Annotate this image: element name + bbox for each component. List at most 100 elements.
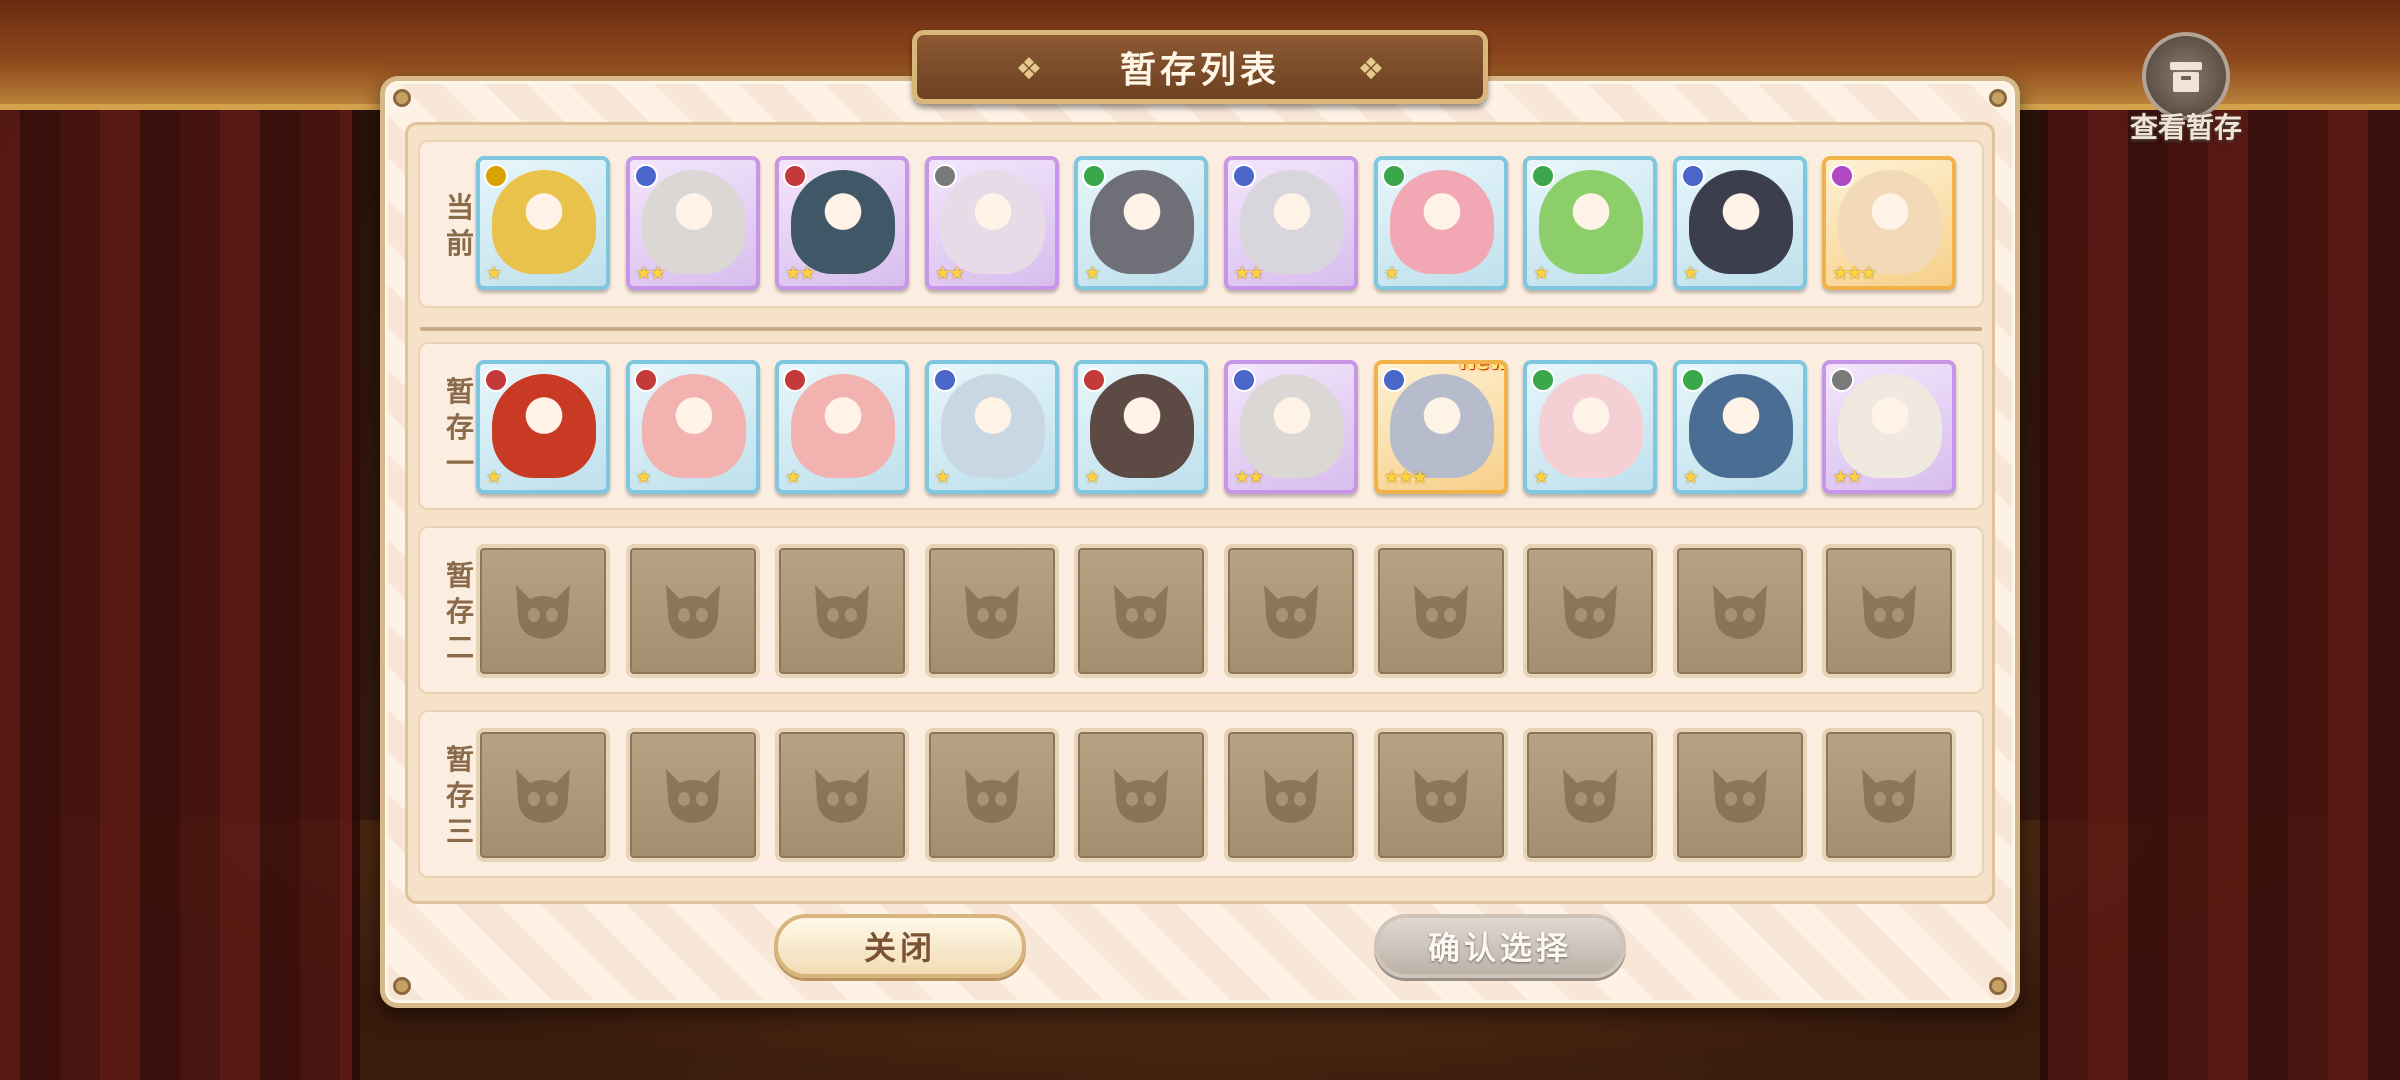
view-stash-button[interactable]: 查看暂存 bbox=[2118, 30, 2254, 150]
empty-slot[interactable] bbox=[1672, 728, 1807, 862]
element-icon bbox=[1680, 164, 1705, 188]
star-rating: ★ bbox=[934, 467, 951, 488]
character-portrait bbox=[1389, 374, 1494, 478]
row-label-char: 存 bbox=[445, 779, 474, 812]
character-portrait bbox=[1090, 170, 1195, 274]
character-card[interactable]: ★ bbox=[476, 360, 610, 494]
character-card[interactable]: ★ bbox=[1373, 156, 1508, 290]
element-icon bbox=[1830, 164, 1855, 188]
title-banner: ❖ 暂存列表 ❖ bbox=[912, 30, 1488, 104]
empty-slot[interactable] bbox=[775, 544, 910, 678]
row-label-char: 三 bbox=[445, 815, 474, 848]
view-stash-label: 查看暂存 bbox=[2129, 111, 2242, 144]
star-rating: ★★ bbox=[785, 263, 815, 284]
character-card[interactable]: ★★★ bbox=[1822, 156, 1957, 290]
empty-slot[interactable] bbox=[476, 544, 610, 678]
empty-slot[interactable] bbox=[1822, 728, 1957, 862]
star-rating: ★★ bbox=[934, 263, 965, 284]
character-card[interactable]: ★ bbox=[775, 360, 910, 494]
row-label-char: 暂 bbox=[445, 559, 474, 592]
empty-slot[interactable] bbox=[1523, 544, 1658, 678]
ornament-icon: ❖ bbox=[1357, 52, 1385, 87]
placeholder-cat-icon bbox=[1712, 769, 1767, 823]
empty-slot[interactable] bbox=[1224, 728, 1358, 862]
empty-slot[interactable] bbox=[1224, 544, 1358, 678]
row-label: 暂存一 bbox=[440, 344, 480, 512]
element-icon bbox=[484, 164, 508, 188]
star-rating: ★ bbox=[1084, 467, 1100, 488]
character-portrait bbox=[1539, 374, 1644, 478]
element-icon bbox=[1082, 164, 1107, 188]
character-card[interactable]: ★★★ New bbox=[1373, 360, 1508, 494]
star-rating: ★ bbox=[1682, 263, 1699, 284]
empty-slot[interactable] bbox=[1672, 544, 1807, 678]
empty-slot[interactable] bbox=[1523, 728, 1658, 862]
panel-corner bbox=[1989, 89, 2007, 107]
character-portrait bbox=[492, 170, 596, 274]
character-card[interactable]: ★ bbox=[1074, 360, 1209, 494]
empty-slot[interactable] bbox=[775, 728, 910, 862]
character-portrait bbox=[791, 374, 896, 478]
placeholder-cat-icon bbox=[516, 585, 570, 639]
element-icon bbox=[932, 164, 957, 188]
empty-slot[interactable] bbox=[1373, 544, 1508, 678]
row-label: 当前 bbox=[440, 142, 480, 310]
placeholder-cat-icon bbox=[1563, 769, 1618, 823]
row-label-char: 二 bbox=[445, 631, 474, 664]
placeholder-cat-icon bbox=[964, 769, 1019, 823]
placeholder-cat-icon bbox=[815, 769, 870, 823]
empty-slot[interactable] bbox=[924, 544, 1059, 678]
element-icon bbox=[783, 368, 808, 392]
star-rating: ★★ bbox=[1234, 467, 1264, 488]
placeholder-cat-icon bbox=[665, 769, 720, 823]
row-label: 暂存二 bbox=[440, 528, 480, 696]
character-card[interactable]: ★★ bbox=[924, 156, 1059, 290]
star-rating: ★★★ bbox=[1832, 263, 1876, 284]
empty-slot[interactable] bbox=[1822, 544, 1957, 678]
character-card[interactable]: ★ bbox=[1672, 360, 1807, 494]
character-portrait bbox=[940, 170, 1045, 274]
character-card[interactable]: ★ bbox=[1672, 156, 1807, 290]
character-portrait bbox=[1240, 170, 1344, 274]
character-card[interactable]: ★★ bbox=[625, 156, 760, 290]
character-portrait bbox=[641, 374, 746, 478]
close-button[interactable]: 关闭 bbox=[774, 914, 1026, 978]
placeholder-cat-icon bbox=[1264, 769, 1318, 823]
empty-slot[interactable] bbox=[1074, 544, 1209, 678]
element-icon bbox=[633, 368, 658, 392]
empty-slot[interactable] bbox=[924, 728, 1059, 862]
empty-slot[interactable] bbox=[625, 544, 760, 678]
star-rating: ★ bbox=[1383, 263, 1400, 284]
element-icon bbox=[1381, 368, 1406, 392]
star-rating: ★★ bbox=[1234, 263, 1264, 284]
character-card[interactable]: ★ bbox=[1523, 156, 1658, 290]
character-portrait bbox=[940, 374, 1045, 478]
empty-slot[interactable] bbox=[1074, 728, 1209, 862]
character-card[interactable]: ★ bbox=[924, 360, 1059, 494]
character-card[interactable]: ★ bbox=[476, 156, 610, 290]
star-rating: ★ bbox=[1533, 467, 1549, 488]
character-card[interactable]: ★★ bbox=[775, 156, 910, 290]
row-label: 暂存三 bbox=[440, 712, 480, 880]
character-card[interactable]: ★ bbox=[625, 360, 760, 494]
character-card[interactable]: ★★ bbox=[1822, 360, 1957, 494]
character-card[interactable]: ★ bbox=[1074, 156, 1209, 290]
element-icon bbox=[1232, 164, 1256, 188]
confirm-selection-button[interactable]: 确认选择 bbox=[1374, 914, 1626, 978]
star-rating: ★★ bbox=[1832, 467, 1862, 488]
character-portrait bbox=[1688, 170, 1793, 274]
empty-slot[interactable] bbox=[1373, 728, 1508, 862]
element-icon bbox=[1531, 368, 1556, 392]
placeholder-cat-icon bbox=[1563, 585, 1618, 639]
panel-corner bbox=[393, 89, 411, 107]
character-card[interactable]: ★ bbox=[1523, 360, 1658, 494]
row-label-char: 前 bbox=[445, 227, 474, 260]
empty-slot[interactable] bbox=[625, 728, 760, 862]
placeholder-cat-icon bbox=[1413, 769, 1468, 823]
character-card[interactable]: ★★ bbox=[1224, 360, 1358, 494]
empty-slot[interactable] bbox=[476, 728, 610, 862]
character-card[interactable]: ★★ bbox=[1224, 156, 1358, 290]
curtain-left bbox=[0, 0, 360, 1080]
star-rating: ★ bbox=[486, 263, 502, 284]
page-title: 暂存列表 bbox=[1119, 50, 1280, 91]
